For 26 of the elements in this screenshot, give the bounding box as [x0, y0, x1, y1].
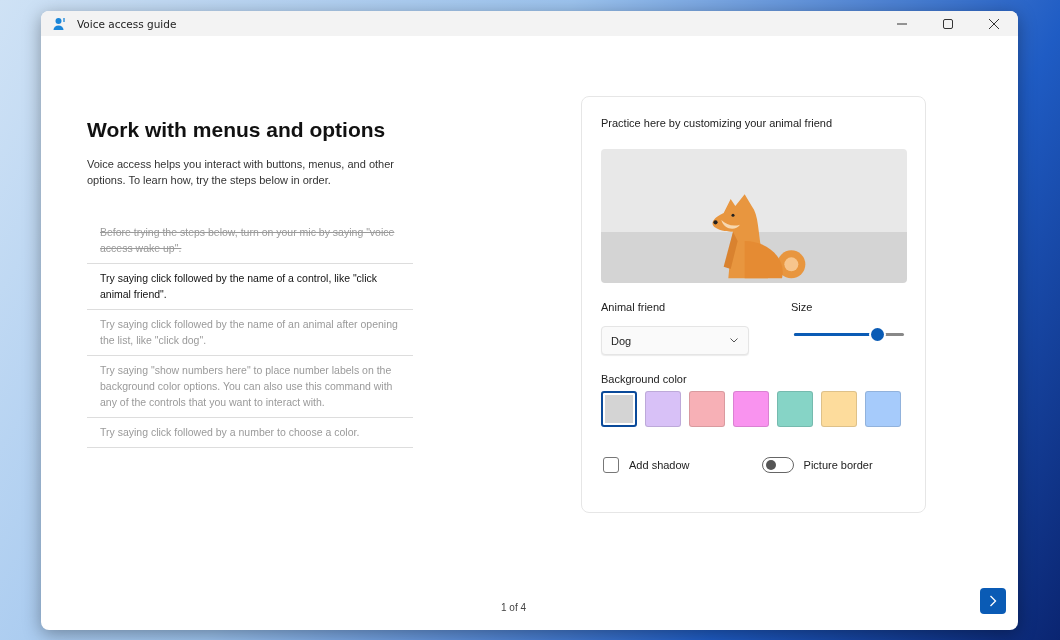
animal-dropdown[interactable]: Dog	[601, 326, 749, 355]
border-toggle[interactable]	[761, 457, 794, 473]
chevron-right-icon	[989, 595, 997, 607]
step-text: Try saying click followed by the name of a control, like "click animal friend".	[87, 264, 413, 310]
size-label: Size	[791, 301, 814, 313]
window-title: Voice access guide	[77, 17, 178, 30]
shadow-label: Add shadow	[629, 459, 690, 471]
background-label: Background color	[601, 373, 688, 385]
step-text: Try saying click followed by the name of an animal after opening the list, like "click dog".	[87, 310, 413, 356]
slider-thumb[interactable]	[870, 328, 884, 341]
chevron-icon	[730, 338, 738, 343]
lesson-title: Work with menus and options	[87, 118, 387, 142]
page-indicator: 1 of 4	[501, 601, 527, 613]
next-button[interactable]	[980, 588, 1006, 614]
step-text: Try saying click followed by a number to choose a color.	[87, 418, 413, 448]
maximize-icon	[943, 18, 953, 29]
color-swatch[interactable]	[601, 391, 637, 427]
person-icon	[53, 16, 67, 31]
step-text: Try saying "show numbers here" to place number labels on the background color options. You can also use this command with any of the controls that you want to interact with.	[87, 356, 413, 418]
lesson-intro: Voice access helps you interact with buttons, menus, and other options. To learn how, try the steps below in order.	[87, 157, 395, 188]
animal-label: Animal friend	[601, 301, 667, 313]
border-label: Picture border	[803, 459, 873, 471]
close-icon	[989, 18, 999, 29]
shadow-checkbox[interactable]	[603, 457, 619, 473]
practice-title: Practice here by customizing your animal friend	[601, 117, 834, 129]
step-text: Before trying the steps below, turn on your mic by saying "voice access wake up".	[87, 218, 413, 264]
